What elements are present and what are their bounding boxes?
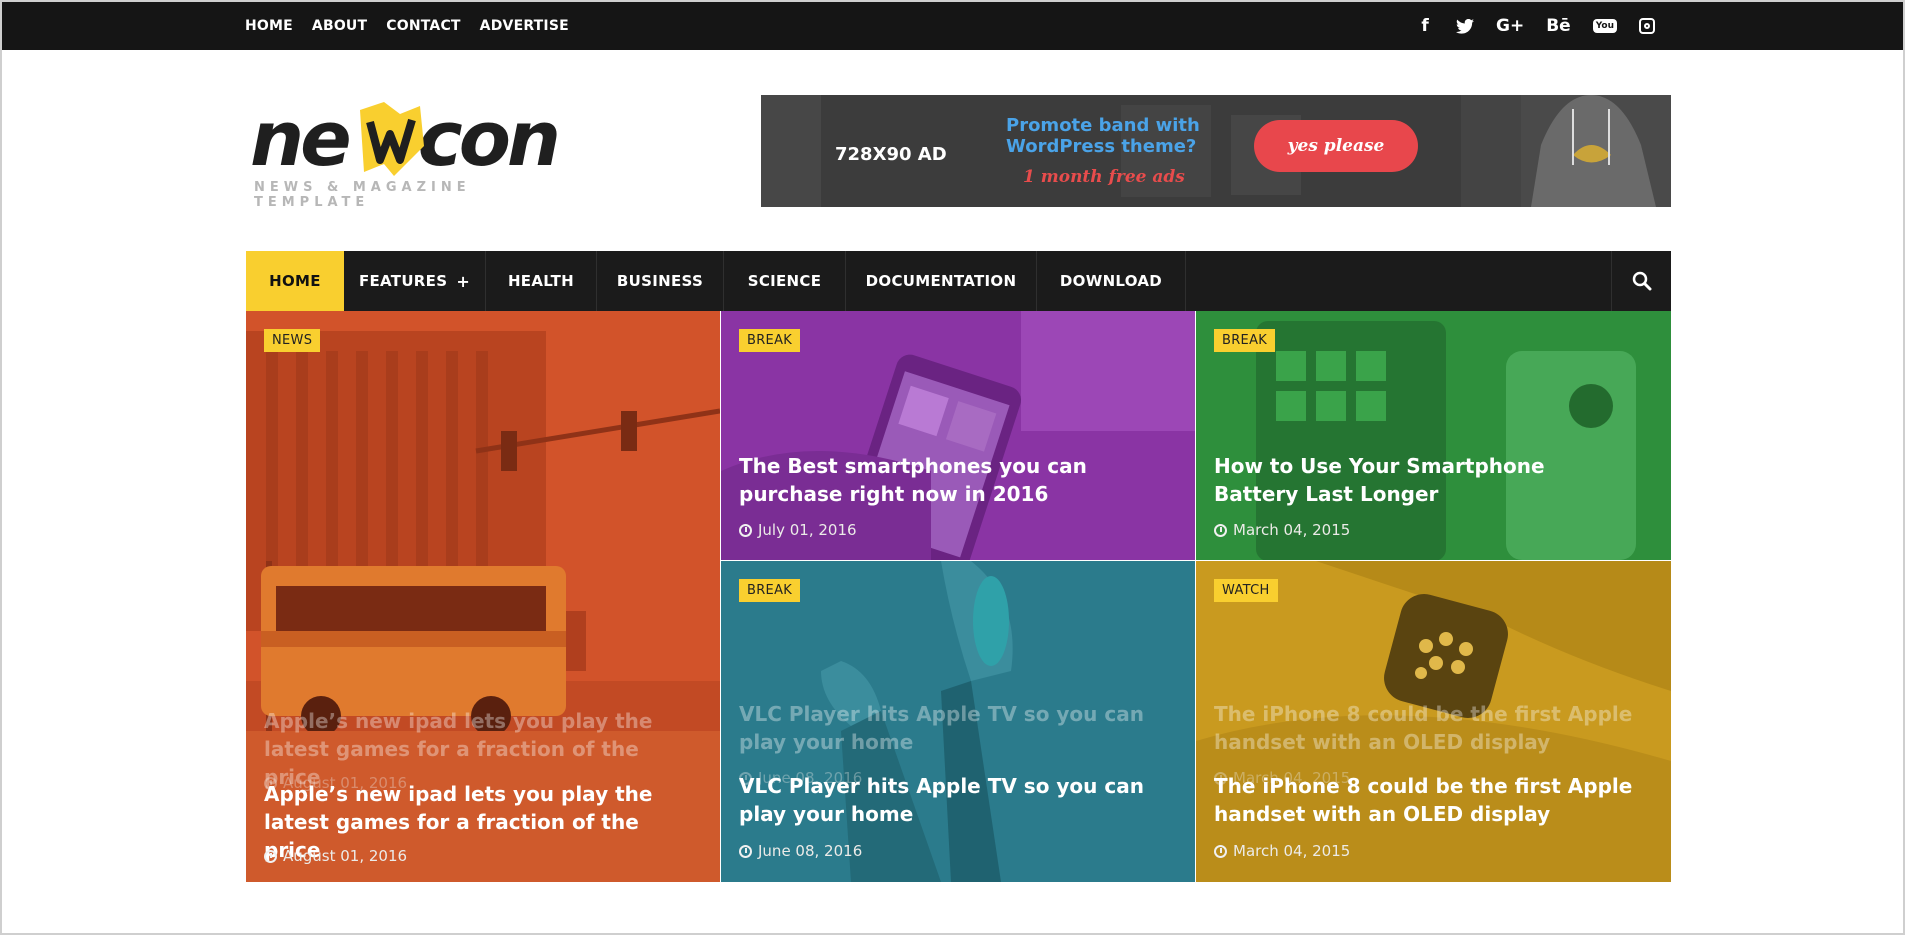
- main-nav-download[interactable]: DOWNLOAD: [1037, 251, 1185, 311]
- post-category-badge[interactable]: WATCH: [1214, 579, 1278, 602]
- post-card[interactable]: WATCH The iPhone 8 could be the first Ap…: [1196, 561, 1671, 882]
- post-title-ghost: The iPhone 8 could be the first Apple ha…: [1214, 702, 1633, 754]
- post-date: March 04, 2015: [1214, 521, 1350, 539]
- top-nav-advertise[interactable]: ADVERTISE: [480, 18, 569, 34]
- instagram-icon[interactable]: [1639, 18, 1655, 34]
- post-date: August 01, 2016: [264, 847, 407, 865]
- clock-icon: [739, 523, 752, 537]
- post-category-badge[interactable]: NEWS: [264, 329, 321, 352]
- post-title-ghost: VLC Player hits Apple TV so you can play…: [739, 702, 1144, 754]
- post-category-badge[interactable]: BREAK: [739, 329, 801, 352]
- main-nav-documentation[interactable]: DOCUMENTATION: [846, 251, 1036, 311]
- ad-promo-line-2: WordPress theme?: [1006, 136, 1197, 157]
- post-card[interactable]: BREAK The Best smartphones you can purch…: [721, 311, 1195, 560]
- post-date-text: March 04, 2015: [1233, 521, 1351, 539]
- ad-yes-please-button[interactable]: yes please: [1254, 120, 1418, 172]
- main-nav-health[interactable]: HEALTH: [486, 251, 596, 311]
- main-nav-home-label: HOME: [269, 272, 321, 290]
- main-nav-science-label: SCIENCE: [747, 272, 822, 290]
- post-card[interactable]: BREAK VLC Player hits Apple TV so you ca…: [721, 561, 1195, 882]
- clock-icon: [1214, 523, 1227, 537]
- ad-size-label: 728X90 AD: [835, 144, 947, 165]
- top-nav-contact[interactable]: CONTACT: [386, 18, 460, 34]
- post-card-featured[interactable]: NEWS Apple’s new ipad lets you play the …: [246, 311, 720, 882]
- main-nav-home[interactable]: HOME: [246, 251, 344, 311]
- logo-wordmark-right: con: [417, 94, 561, 183]
- clock-icon: [264, 849, 277, 863]
- main-nav: HOME FEATURES + HEALTH BUSINESS SCIENCE D…: [246, 251, 1671, 311]
- ad-promo-line-1: Promote band with: [1006, 115, 1200, 136]
- nav-divider: [1185, 251, 1186, 311]
- ad-banner[interactable]: 728X90 AD Promote band with WordPress th…: [761, 95, 1671, 207]
- search-icon: [1632, 271, 1651, 291]
- post-category-badge[interactable]: BREAK: [1214, 329, 1276, 352]
- behance-icon[interactable]: Bē: [1546, 16, 1571, 36]
- ad-free-offer: 1 month free ads: [1023, 167, 1185, 187]
- post-date: June 08, 2016: [739, 842, 862, 860]
- post-date-text: June 08, 2016: [758, 842, 863, 860]
- top-nav-about[interactable]: ABOUT: [312, 18, 367, 34]
- site-logo[interactable]: ne con NEWS & MAGAZINE TEMPLATE: [250, 94, 580, 210]
- logo-wordmark-left: ne: [250, 94, 352, 183]
- post-date-text: August 01, 2016: [283, 847, 408, 865]
- main-nav-health-label: HEALTH: [507, 272, 575, 290]
- post-date-text: July 01, 2016: [758, 521, 857, 539]
- twitter-icon[interactable]: [1456, 18, 1475, 34]
- post-date-text: March 04, 2015: [1233, 842, 1351, 860]
- post-title[interactable]: VLC Player hits Apple TV so you can play…: [739, 772, 1159, 828]
- social-links: f G+ Bē You: [1416, 2, 1655, 50]
- main-nav-documentation-label: DOCUMENTATION: [865, 272, 1017, 290]
- post-title[interactable]: How to Use Your Smartphone Battery Last …: [1214, 452, 1634, 508]
- post-category-badge[interactable]: BREAK: [739, 579, 801, 602]
- top-nav: HOME ABOUT CONTACT ADVERTISE: [245, 2, 588, 50]
- post-date: July 01, 2016: [739, 521, 857, 539]
- main-nav-business-label: BUSINESS: [616, 272, 704, 290]
- post-title[interactable]: The Best smartphones you can purchase ri…: [739, 452, 1159, 508]
- plus-icon: +: [456, 271, 471, 291]
- post-date: March 04, 2015: [1214, 842, 1350, 860]
- clock-icon: [739, 844, 752, 858]
- top-bar: HOME ABOUT CONTACT ADVERTISE f G+ Bē You: [2, 2, 1903, 50]
- main-nav-download-label: DOWNLOAD: [1059, 272, 1163, 290]
- logo-tagline: NEWS & MAGAZINE TEMPLATE: [254, 180, 471, 210]
- main-nav-science[interactable]: SCIENCE: [724, 251, 845, 311]
- post-card[interactable]: BREAK How to Use Your Smartphone Battery…: [1196, 311, 1671, 560]
- youtube-icon[interactable]: You: [1592, 19, 1617, 33]
- main-nav-features-label: FEATURES: [358, 272, 448, 290]
- google-plus-icon[interactable]: G+: [1496, 16, 1524, 36]
- ad-promo-text: Promote band with WordPress theme?: [1006, 115, 1200, 157]
- facebook-icon[interactable]: f: [1416, 16, 1434, 36]
- search-button[interactable]: [1611, 251, 1671, 311]
- main-nav-business[interactable]: BUSINESS: [597, 251, 723, 311]
- top-nav-home[interactable]: HOME: [245, 18, 293, 34]
- clock-icon: [1214, 844, 1227, 858]
- logo-w-mark-icon: [360, 102, 424, 176]
- post-title[interactable]: The iPhone 8 could be the first Apple ha…: [1214, 772, 1634, 828]
- main-nav-features[interactable]: FEATURES +: [344, 251, 485, 311]
